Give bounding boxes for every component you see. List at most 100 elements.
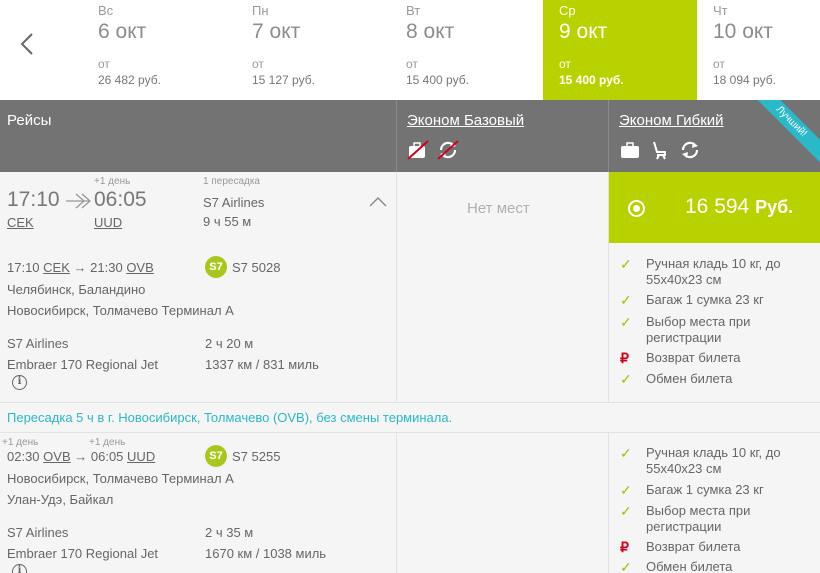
flight-number: S7 5255 [232, 449, 281, 464]
segment-departure-code[interactable]: OVB [43, 449, 70, 464]
day-of-week: Чт [713, 3, 728, 18]
segment-departure-time: 02:30 [7, 449, 40, 464]
day-price: 15 400 руб. [559, 73, 624, 87]
feature-refund: ₽ Возврат билета [620, 539, 810, 555]
day-date: 9 окт [559, 20, 608, 43]
day-date: 10 окт [713, 20, 773, 43]
segment-departure-code[interactable]: CEK [43, 260, 70, 275]
price-from-label: от [713, 57, 725, 71]
feature-label: Обмен билета [646, 559, 733, 573]
feature-label: Обмен билета [646, 371, 733, 386]
departure-airport-code[interactable]: CEK [7, 215, 34, 230]
departure-time: 17:10 [7, 188, 60, 211]
s7-logo: S7 [205, 445, 227, 467]
price-currency: Руб. [755, 197, 794, 217]
transfer-info-bar: Пересадка 5 ч в г. Новосибирск, Толмачев… [0, 402, 820, 433]
check-icon: ✓ [620, 482, 632, 498]
arrival-airport-code[interactable]: UUD [94, 215, 122, 230]
flights-column-title: Рейсы [7, 112, 52, 129]
feature-label: Возврат билета [646, 350, 741, 365]
seat-icon [653, 141, 666, 160]
total-duration: 9 ч 55 м [203, 214, 252, 229]
feature-exchange: ✓ Обмен билета [620, 559, 810, 573]
column-divider [396, 172, 397, 573]
feature-seat-selection: ✓ Выбор места при регистрации [620, 314, 810, 346]
day-date: 7 окт [252, 20, 301, 43]
fare-flex-title[interactable]: Эконом Гибкий [619, 112, 724, 129]
fare-basic-title[interactable]: Эконом Базовый [407, 112, 524, 129]
radio-selected-icon[interactable] [628, 200, 645, 217]
results-header: Рейсы Эконом Базовый Эконом Гибкий Лучши… [0, 100, 820, 172]
segment-departure-time: 17:10 [7, 260, 40, 275]
baggage-icon [621, 142, 639, 158]
check-icon: ✓ [620, 445, 632, 461]
exchange-not-included-icon [437, 140, 459, 160]
next-day-label: +1 день [89, 437, 126, 448]
segment-arrival-code[interactable]: UUD [127, 449, 155, 464]
day-date: 6 окт [98, 20, 147, 43]
date-option-tue[interactable]: Вт 8 окт от 15 400 руб. [393, 0, 547, 100]
segment-arrival-code[interactable]: OVB [126, 260, 153, 275]
segment-distance: 1337 км / 831 миль [205, 357, 319, 372]
feature-label: Ручная кладь 10 кг, до 55х40х23 см [646, 256, 781, 287]
flight-result-card: +1 день 17:10 06:05 CEK UUD 1 пересадка … [0, 172, 820, 573]
date-strip: Вс 6 окт от 26 482 руб. Пн 7 окт от 15 1… [0, 0, 820, 100]
check-icon: ✓ [620, 314, 632, 330]
arrow-right-icon [66, 193, 91, 209]
info-icon[interactable]: i [12, 375, 27, 390]
day-date: 8 окт [406, 20, 455, 43]
day-price: 15 127 руб. [252, 73, 315, 87]
feature-carry-on: ✓ Ручная кладь 10 кг, до 55х40х23 см [620, 256, 810, 288]
segment-arrival-time: 21:30 [90, 260, 123, 275]
day-price: 15 400 руб. [406, 73, 469, 87]
carrier-name: S7 Airlines [7, 525, 69, 540]
segment-duration: 2 ч 35 м [205, 525, 254, 540]
check-icon: ✓ [620, 256, 632, 272]
feature-seat-selection: ✓ Выбор места при регистрации [620, 503, 810, 535]
next-day-label: +1 день [94, 176, 131, 187]
day-price: 26 482 руб. [98, 73, 161, 87]
feature-refund: ₽ Возврат билета [620, 350, 810, 366]
price-from-label: от [98, 57, 110, 71]
transfer-info-text: Пересадка 5 ч в г. Новосибирск, Толмачев… [7, 410, 453, 425]
feature-label: Багаж 1 сумка 23 кг [646, 292, 764, 307]
aircraft-name: Embraer 170 Regional Jet [7, 546, 159, 561]
feature-label: Выбор места при регистрации [646, 503, 751, 534]
check-icon: ✓ [620, 371, 632, 387]
baggage-not-included-icon [407, 140, 429, 160]
exchange-icon [681, 141, 699, 159]
segment-arrival-time: 06:05 [90, 449, 124, 464]
arrival-airport-name: Улан-Удэ, Байкал [7, 492, 114, 507]
info-icon[interactable]: i [12, 564, 27, 573]
segment-distance: 1670 км / 1038 миль [205, 546, 327, 561]
departure-airport-name: Челябинск, Баландино [7, 282, 146, 297]
check-icon: ✓ [620, 503, 632, 519]
date-option-mon[interactable]: Пн 7 окт от 15 127 руб. [239, 0, 393, 100]
feature-label: Выбор места при регистрации [646, 314, 751, 345]
chevron-up-icon[interactable] [368, 196, 388, 208]
chevron-left-icon[interactable] [14, 30, 42, 58]
next-day-label: +1 день [2, 437, 39, 448]
price-amount: 16 594 [685, 195, 750, 218]
day-price: 18 094 руб. [713, 73, 776, 87]
day-of-week: Ср [559, 3, 576, 18]
feature-exchange: ✓ Обмен билета [620, 371, 810, 387]
feature-label: Багаж 1 сумка 23 кг [646, 482, 764, 497]
carrier-name: S7 Airlines [7, 336, 69, 351]
no-seats-label: Нет мест [467, 200, 530, 217]
date-option-sun[interactable]: Вс 6 окт от 26 482 руб. [85, 0, 239, 100]
fare-flex-price-option[interactable]: 16 594 Руб. [609, 172, 820, 243]
check-icon: ✓ [620, 559, 632, 573]
aircraft-name: Embraer 170 Regional Jet [7, 357, 159, 372]
date-option-wed-selected[interactable]: Ср 9 окт от 15 400 руб. [543, 0, 697, 100]
feature-baggage: ✓ Багаж 1 сумка 23 кг [620, 292, 810, 308]
fare-price: 16 594 Руб. [685, 195, 793, 219]
feature-carry-on: ✓ Ручная кладь 10 кг, до 55х40х23 см [620, 445, 810, 477]
date-option-thu[interactable]: Чт 10 окт от 18 094 руб. [700, 0, 820, 100]
stops-count: 1 пересадка [203, 176, 260, 187]
ruble-icon: ₽ [620, 350, 629, 366]
fare-column-flex: Эконом Гибкий Лучший! [608, 100, 820, 172]
fare-column-basic: Эконом Базовый [396, 100, 608, 172]
arrival-time: 06:05 [94, 188, 147, 211]
price-from-label: от [406, 57, 418, 71]
